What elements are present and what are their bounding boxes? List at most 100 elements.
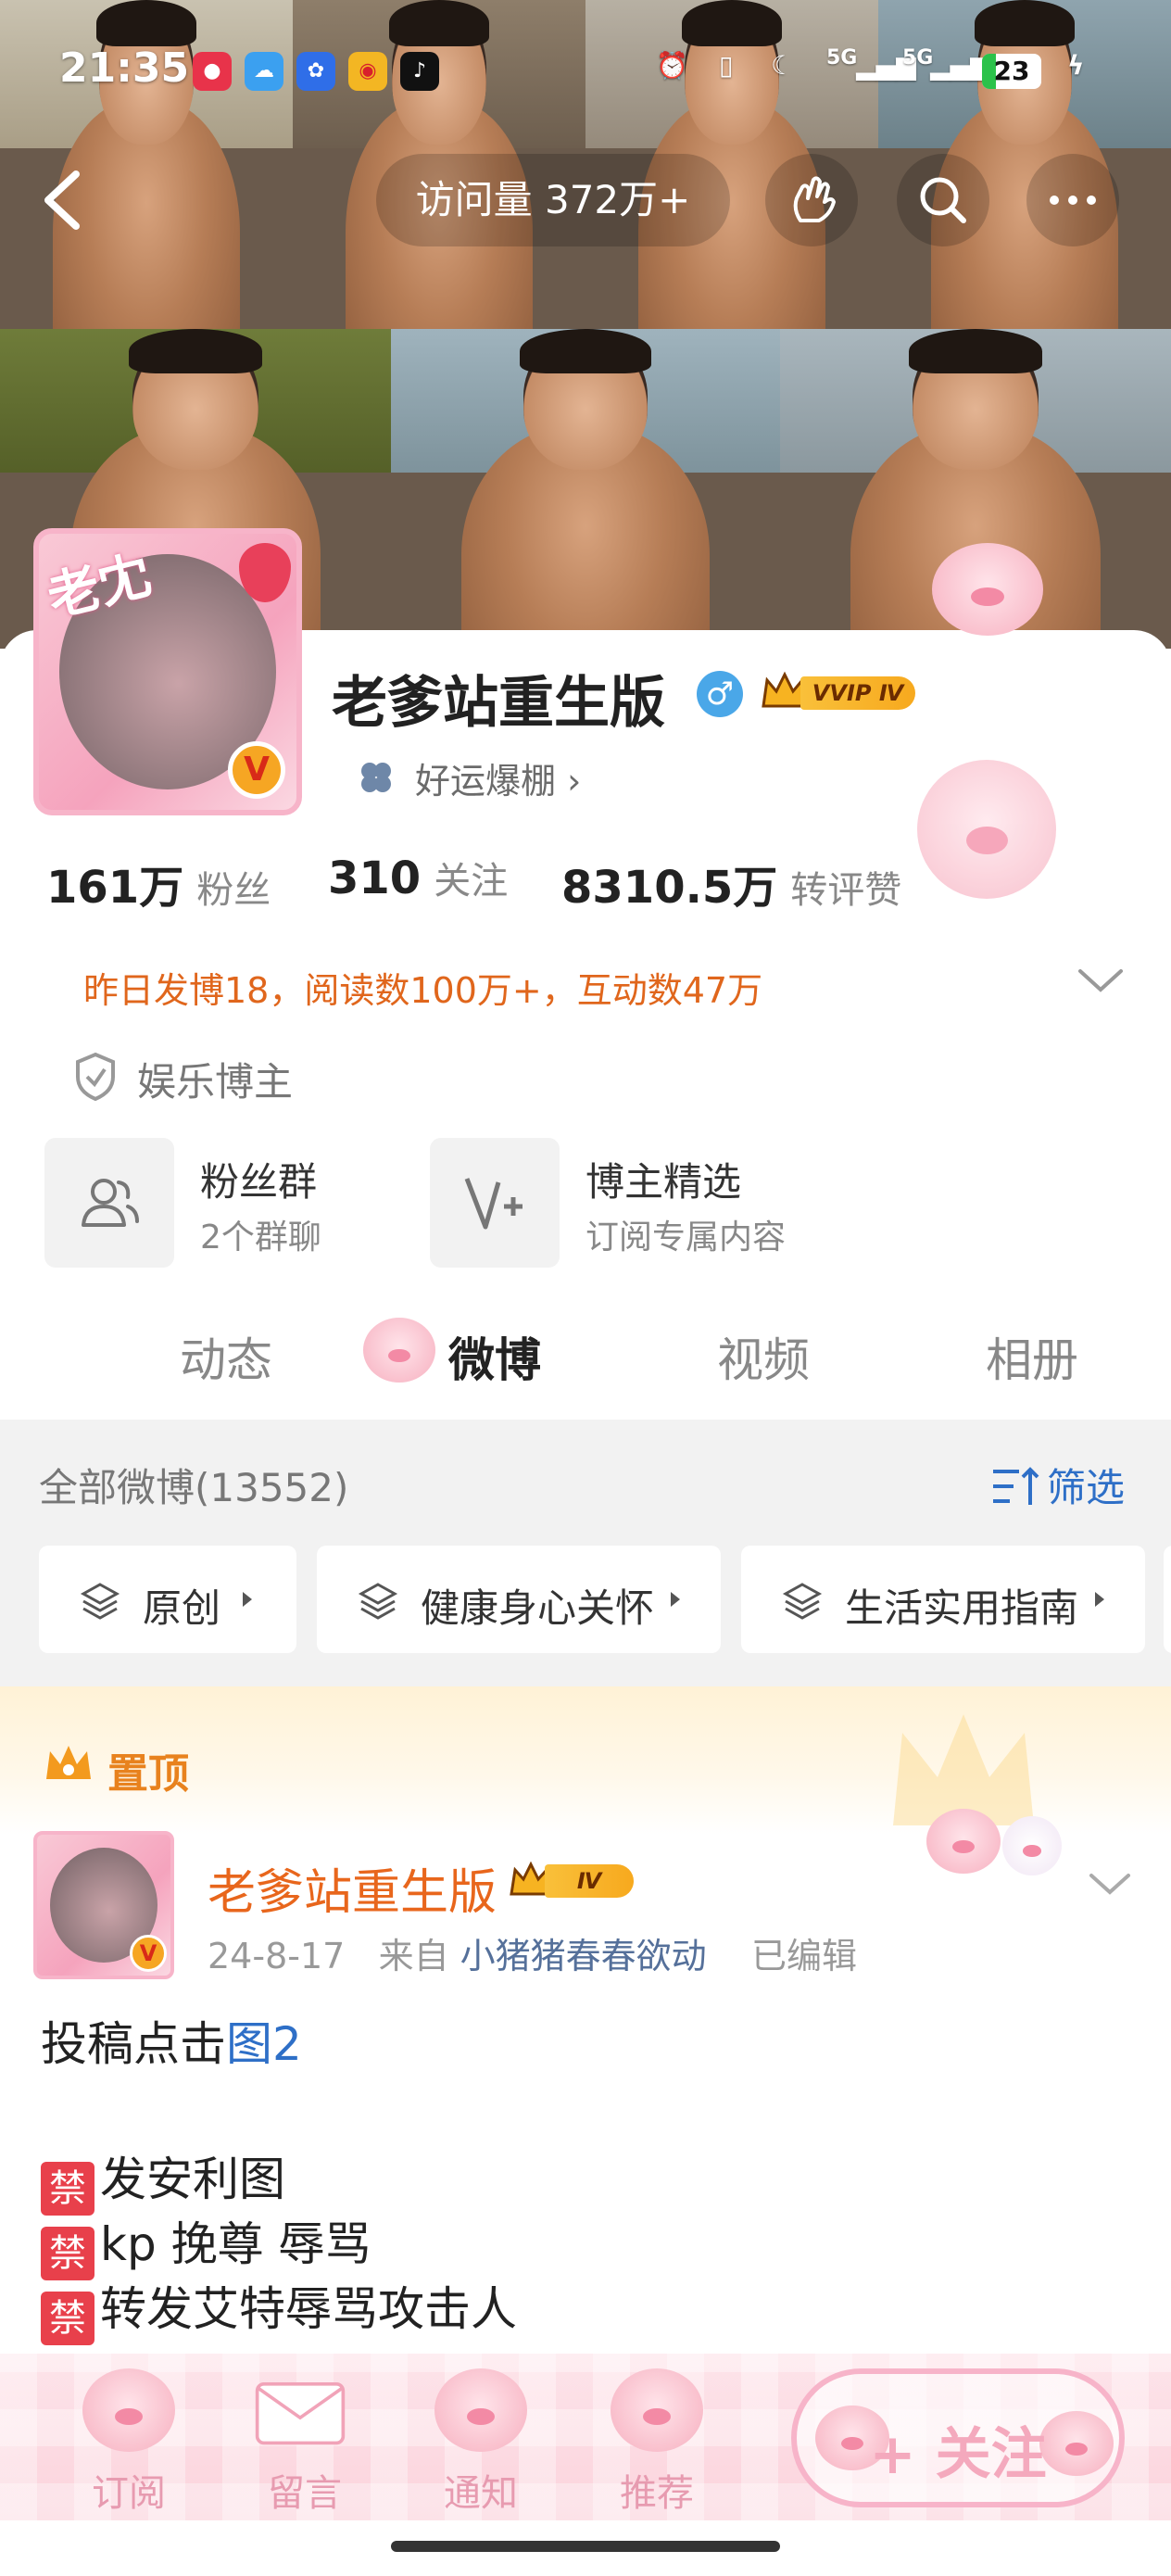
pig-subscribe-icon xyxy=(82,2368,175,2452)
network-5g-2: 5G xyxy=(902,46,934,69)
vvip-label: VVIP Ⅳ xyxy=(800,676,915,710)
post-edited-label: 已编辑 xyxy=(751,1936,858,1976)
chip-health[interactable]: 健康身心关怀 xyxy=(317,1546,721,1653)
post-vip-badge[interactable]: Ⅳ xyxy=(508,1859,637,1901)
profile-tabs: 动态 微博 视频 相册 xyxy=(0,1307,1171,1418)
chip-label: 生活实用指南 xyxy=(845,1585,1079,1631)
weibo-app-icon: ◉ xyxy=(348,52,387,91)
layers-icon xyxy=(80,1583,120,1620)
home-indicator[interactable] xyxy=(391,2541,780,2552)
cover-photo xyxy=(391,329,780,649)
app-notification-icon: ● xyxy=(193,52,232,91)
filter-icon xyxy=(993,1467,1039,1505)
pinned-label: 置顶 xyxy=(107,1750,189,1798)
pig-sticker-decoration xyxy=(917,760,1056,899)
tab-videos[interactable]: 视频 xyxy=(717,1323,810,1390)
chip-arrow-icon xyxy=(671,1592,680,1607)
likes-stat[interactable]: 8310.5万 转评赞 xyxy=(561,851,901,915)
recommend-label: 推荐 xyxy=(620,2472,694,2515)
signal-icon: ▂▄▆ xyxy=(930,50,990,81)
baidu-app-icon: ✿ xyxy=(296,52,335,91)
chip-arrow-icon xyxy=(1095,1592,1104,1607)
bottom-action-bar: 订阅 留言 通知 推荐 + 关注 xyxy=(0,2354,1171,2520)
follow-button[interactable]: + 关注 xyxy=(791,2368,1125,2507)
post-body-first-line: 投稿点击图2 xyxy=(41,2017,302,2071)
followers-stat[interactable]: 161万 粉丝 xyxy=(46,851,271,915)
back-button[interactable] xyxy=(28,158,102,241)
blogger-category: 娱乐博主 xyxy=(137,1059,294,1105)
more-dots-icon xyxy=(1050,196,1096,205)
hand-icon xyxy=(793,176,836,222)
pig-tab-sticker xyxy=(363,1318,435,1383)
chip-label: 原创 xyxy=(143,1585,221,1631)
post-rule-line: 禁 kp 挽尊 辱骂 xyxy=(41,2207,371,2280)
v-plus-icon xyxy=(430,1138,560,1268)
bunny-sticker xyxy=(1002,1816,1062,1875)
pig-recommend-icon xyxy=(611,2368,703,2452)
message-button[interactable]: 留言 xyxy=(235,2368,374,2517)
envelope-icon xyxy=(255,2382,346,2445)
tab-weibo[interactable]: 微博 xyxy=(448,1323,541,1390)
top-nav: 访问量 372万+ xyxy=(0,148,1171,250)
post-date: 24-8-17 xyxy=(208,1936,346,1976)
subscribe-button[interactable]: 订阅 xyxy=(59,2368,198,2517)
post-author-avatar[interactable]: V xyxy=(33,1831,174,1979)
status-bar: 21:35 ● ☁ ✿ ◉ ♪ ⏰ ▯ ☾ 5G ▂▄▆ 5G ▂▄▆ 23 ϟ xyxy=(0,37,1171,102)
chip-arrow-icon xyxy=(243,1592,252,1607)
post-source[interactable]: 小猪猪春春欲动 xyxy=(460,1936,707,1976)
layers-icon xyxy=(358,1583,398,1620)
blogger-picks-title: 博主精选 xyxy=(586,1159,742,1205)
moon-icon: ☾ xyxy=(771,50,795,81)
subscribe-label: 订阅 xyxy=(92,2472,166,2515)
filter-button[interactable]: 筛选 xyxy=(991,1457,1125,1513)
more-button[interactable] xyxy=(1026,154,1119,246)
message-label: 留言 xyxy=(268,2472,342,2515)
verified-badge: V xyxy=(228,741,285,799)
post-image-link[interactable]: 图2 xyxy=(226,2017,302,2071)
search-icon xyxy=(920,177,966,223)
post-author-name[interactable]: 老爹站重生版 xyxy=(208,1853,497,1923)
pinned-banner: 置顶 xyxy=(0,1686,1171,1835)
recommend-button[interactable]: 推荐 xyxy=(587,2368,726,2517)
vibrate-icon: ▯ xyxy=(719,50,734,81)
mascot-sticker xyxy=(926,1809,1001,1874)
post-from-label: 来自 xyxy=(378,1936,449,1976)
chip-life-guide[interactable]: 生活实用指南 xyxy=(741,1546,1145,1653)
layers-icon xyxy=(782,1583,823,1620)
post-meta: 24-8-17 来自 小猪猪春春欲动 已编辑 xyxy=(208,1927,857,1978)
chip-original[interactable]: 原创 xyxy=(39,1546,296,1653)
notify-button[interactable]: 通知 xyxy=(411,2368,550,2517)
blogger-picks-subtitle: 订阅专属内容 xyxy=(586,1219,787,1256)
post-rule-line: 禁发安利图 xyxy=(41,2142,285,2216)
follow-label: + 关注 xyxy=(869,2422,1047,2487)
male-gender-icon: ♂ xyxy=(697,671,743,717)
chip-label: 健康身心关怀 xyxy=(421,1585,655,1631)
vvip-badge[interactable]: VVIP Ⅳ xyxy=(760,669,917,713)
profile-name: 老爹站重生版 xyxy=(332,671,665,736)
search-button[interactable] xyxy=(897,154,989,246)
following-stat[interactable]: 310 关注 xyxy=(328,851,508,904)
pig-sticker-decoration xyxy=(932,543,1043,636)
like-hand-button[interactable] xyxy=(765,154,858,246)
tab-dynamics[interactable]: 动态 xyxy=(180,1323,272,1390)
battery-indicator: 23 xyxy=(982,54,1041,89)
expand-chevron-icon[interactable] xyxy=(1075,964,1127,997)
daily-summary: 昨日发博18，阅读数100万+，互动数47万 xyxy=(83,970,763,1011)
luck-tag[interactable]: 好运爆棚 › xyxy=(415,752,581,803)
verified-badge: V xyxy=(130,1935,167,1972)
all-weibo-count: 全部微博(13552) xyxy=(39,1465,349,1510)
visit-count: 访问量 372万+ xyxy=(376,154,730,246)
post-menu-chevron-icon[interactable] xyxy=(1086,1868,1134,1900)
profile-avatar[interactable]: 老冘 V xyxy=(33,528,302,815)
pinned-crown-icon xyxy=(46,1746,91,1779)
weibo-filter-area: 全部微博(13552) 筛选 原创 健康身心关怀 生活实用指南 xyxy=(0,1420,1171,1686)
fan-group-title: 粉丝群 xyxy=(200,1159,318,1205)
tab-albums[interactable]: 相册 xyxy=(986,1323,1078,1390)
charging-icon: ϟ xyxy=(1067,50,1085,81)
chip-overflow[interactable] xyxy=(1164,1546,1171,1653)
tiktok-app-icon: ♪ xyxy=(400,52,439,91)
shield-check-icon xyxy=(76,1052,115,1102)
pig-notify-icon xyxy=(434,2368,527,2452)
vip-level-label: Ⅳ xyxy=(545,1864,634,1898)
status-time: 21:35 xyxy=(59,44,190,92)
